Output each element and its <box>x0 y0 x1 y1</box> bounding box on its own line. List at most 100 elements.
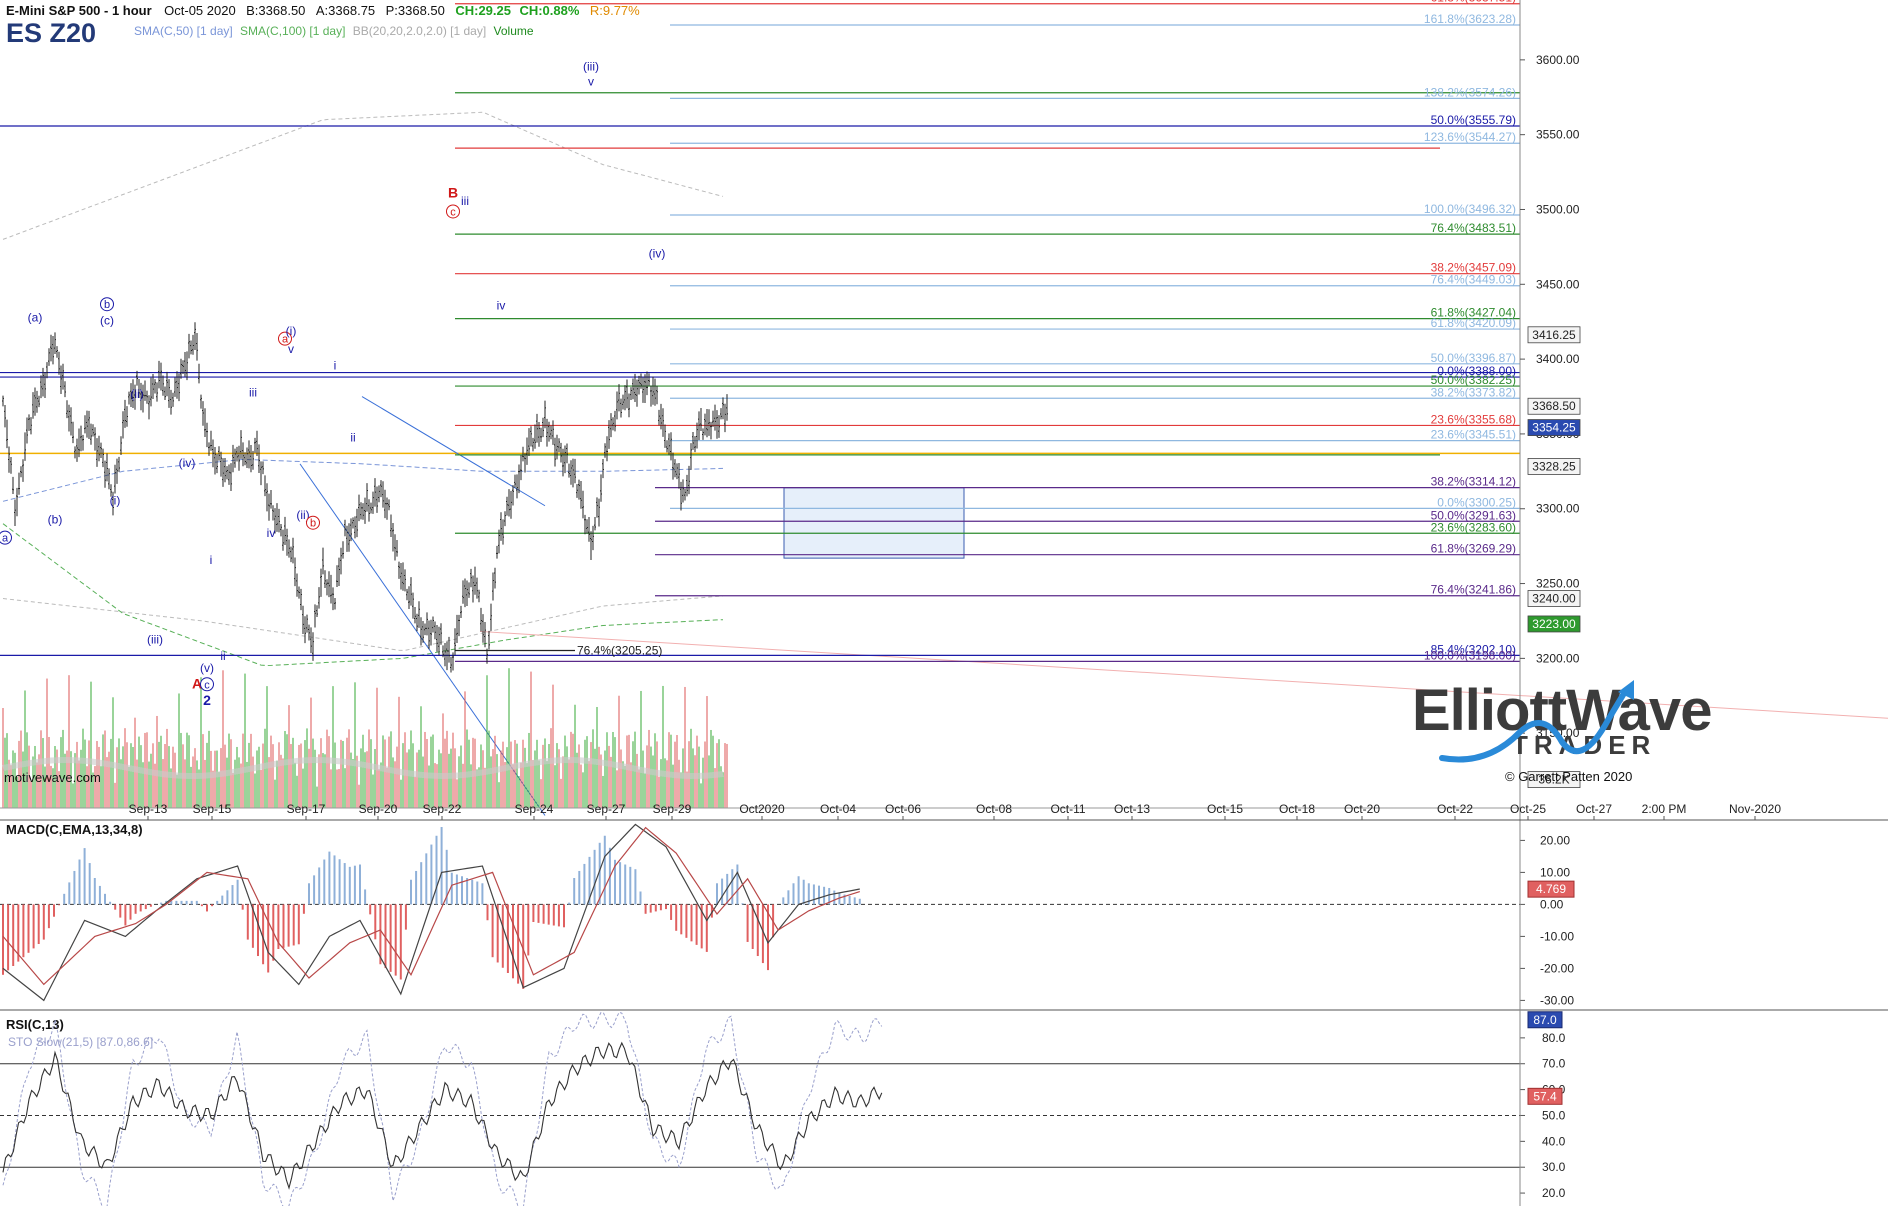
volume-bar <box>410 730 412 808</box>
volume-bar <box>564 735 566 808</box>
time-axis-tick-label: Oct-18 <box>1279 802 1315 816</box>
time-axis-tick-label: Oct-11 <box>1050 802 1085 816</box>
volume-bar <box>502 741 504 808</box>
volume-bar <box>614 737 616 808</box>
time-axis-tick-label: Oct-06 <box>885 802 921 816</box>
volume-bar <box>306 728 308 808</box>
volume-bar <box>104 730 106 808</box>
volume-bar <box>238 757 240 808</box>
volume-bar <box>562 756 564 808</box>
volume-bar <box>546 761 548 808</box>
time-axis-tick-label: Sep-20 <box>359 802 398 816</box>
volume-bar <box>210 750 212 808</box>
volume-bar <box>486 675 488 808</box>
volume-bar <box>114 782 116 808</box>
copyright: © Garrett Patten 2020 <box>1505 769 1633 784</box>
volume-bar <box>588 761 590 808</box>
volume-bar <box>244 673 246 808</box>
fib-level-label: 76.4%(3483.51) <box>1431 221 1516 235</box>
volume-bar <box>354 682 356 808</box>
volume-bar <box>496 754 498 808</box>
volume-bar <box>398 696 400 808</box>
volume-bar <box>312 738 314 808</box>
volume-bar <box>344 768 346 808</box>
macd-axis-tick-label: 20.00 <box>1540 833 1570 847</box>
volume-bar <box>256 750 258 808</box>
volume-bar <box>208 730 210 808</box>
volume-bar <box>516 743 518 808</box>
chart-canvas[interactable]: 50.0%(3555.79) 61.8%(3637.51) 161.8%(3623.… <box>0 0 1888 1211</box>
rsi-axis-tick-label: 40.0 <box>1542 1134 1566 1148</box>
volume-bar <box>636 753 638 808</box>
volume-bar <box>424 731 426 808</box>
fib-level-label: 100.0%(3496.32) <box>1424 202 1516 216</box>
volume-bar <box>236 746 238 808</box>
time-axis-tick-label: Nov-2020 <box>1729 802 1781 816</box>
wave-label: (a) <box>28 311 43 325</box>
volume-bar <box>690 728 692 808</box>
time-axis-tick-label: Oct-13 <box>1114 802 1150 816</box>
indicator-bollinger[interactable]: BB(20,20,2.0,2.0) [1 day] <box>353 24 486 38</box>
volume-bar <box>580 764 582 808</box>
volume-bar <box>660 759 662 808</box>
volume-bar <box>618 695 620 808</box>
rsi-axis-tick-label: 70.0 <box>1542 1057 1566 1071</box>
volume-bar <box>396 746 398 808</box>
volume-bar <box>140 745 142 808</box>
volume-bar <box>222 670 224 808</box>
volume-bar <box>118 738 120 808</box>
wave-label: iii <box>461 194 469 208</box>
volume-bar <box>678 759 680 808</box>
volume-bar <box>512 764 514 808</box>
indicator-sma100[interactable]: SMA(C,100) [1 day] <box>240 24 345 38</box>
volume-bar <box>274 779 276 808</box>
volume-bar <box>300 743 302 808</box>
price-axis-tick-label: 3500.00 <box>1536 202 1580 216</box>
fib-level-label: 138.2%(3574.26) <box>1424 85 1516 99</box>
volume-bar <box>566 746 568 808</box>
wave-label: b <box>310 518 316 530</box>
volume-bar <box>328 736 330 808</box>
volume-bar <box>188 735 190 808</box>
volume-bar <box>82 728 84 808</box>
wave-label: (iv) <box>179 456 196 470</box>
volume-bar <box>498 782 500 808</box>
volume-bar <box>406 752 408 808</box>
volume-bar <box>508 668 510 808</box>
volume-bar <box>650 746 652 808</box>
volume-bar <box>174 752 176 808</box>
macd-axis-tick-label: -10.00 <box>1540 929 1574 943</box>
volume-bar <box>346 737 348 808</box>
volume-bar <box>416 752 418 808</box>
watermark: motivewave.com <box>4 770 101 785</box>
volume-bar <box>422 756 424 808</box>
volume-bar <box>568 759 570 808</box>
volume-bar <box>204 759 206 808</box>
volume-bar <box>586 736 588 808</box>
volume-bar <box>458 756 460 808</box>
volume-bar <box>480 744 482 808</box>
price-axis-tick-label: 3450.00 <box>1536 277 1580 291</box>
indicator-volume[interactable]: Volume <box>494 24 534 38</box>
volume-bar <box>596 706 598 808</box>
volume-bar <box>694 755 696 808</box>
wave-label: v <box>288 342 294 356</box>
volume-bar <box>606 732 608 808</box>
rsi-value-label: 57.4 <box>1533 1089 1557 1103</box>
wave-label: (ii) <box>130 387 143 401</box>
price-marker-label: 3416.25 <box>1532 328 1576 342</box>
volume-bar <box>662 685 664 808</box>
volume-bar <box>710 729 712 808</box>
volume-bar <box>226 757 228 808</box>
rsi-axis-tick-label: 30.0 <box>1542 1160 1566 1174</box>
volume-bar <box>510 741 512 808</box>
fib-level-label: 50.0%(3396.87) <box>1431 351 1516 365</box>
volume-bar <box>534 750 536 808</box>
indicator-sma50[interactable]: SMA(C,50) [1 day] <box>134 24 233 38</box>
volume-bar <box>392 757 394 808</box>
header-change-points: CH:29.25 <box>455 3 511 18</box>
volume-bar <box>620 749 622 808</box>
time-axis-tick-label: Sep-13 <box>129 802 168 816</box>
volume-bar <box>696 735 698 808</box>
volume-bar <box>156 715 158 808</box>
